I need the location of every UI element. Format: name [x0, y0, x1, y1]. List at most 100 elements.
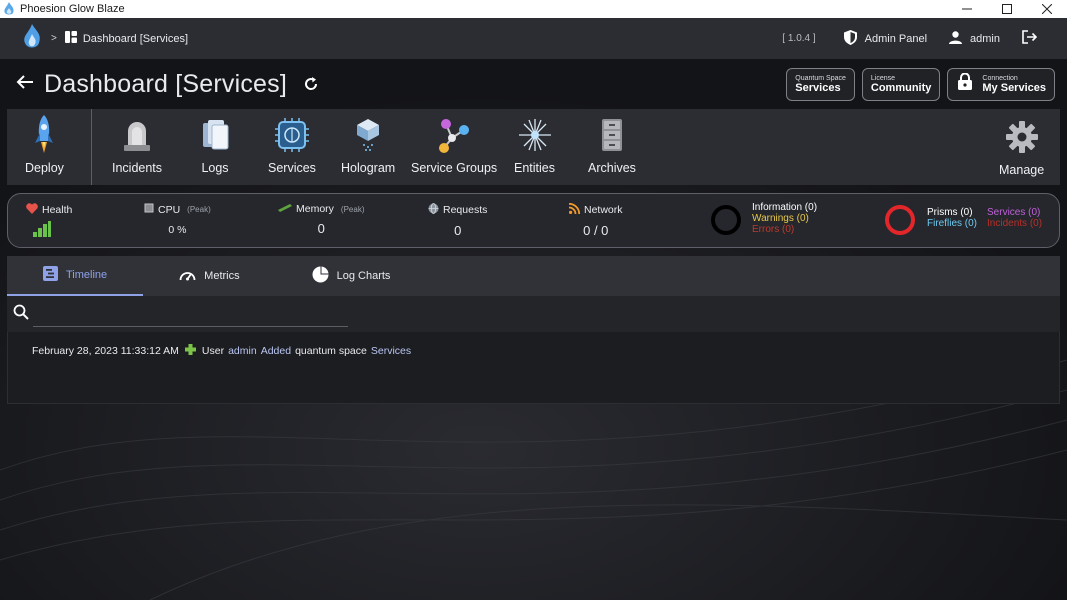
status-strip: Health CPU (Peak) 0 % Memory (Peak) 0 Re… — [7, 193, 1060, 248]
timeline-entry: February 28, 2023 11:33:12 AM User admin… — [32, 344, 1035, 358]
admin-panel-link[interactable]: Admin Panel — [843, 29, 928, 48]
cpu-label: CPU — [158, 203, 181, 216]
timeline-timestamp: February 28, 2023 11:33:12 AM — [32, 345, 179, 357]
tab-timeline[interactable]: Timeline — [7, 256, 144, 296]
cpu-chip-icon — [144, 203, 154, 216]
logs-ring-icon — [709, 203, 743, 240]
requests-stat: Requests 0 — [428, 203, 487, 238]
incidents-label: Incidents — [112, 161, 163, 175]
service-groups-label: Service Groups — [411, 161, 498, 175]
pie-chart-icon — [312, 266, 329, 286]
quantum-space-value: Services — [795, 81, 841, 94]
speedometer-icon — [179, 268, 196, 285]
requests-label: Requests — [443, 204, 488, 216]
refresh-icon[interactable] — [303, 76, 319, 92]
entities-button[interactable]: Entities — [514, 115, 555, 175]
connection-selector[interactable]: Connection My Services — [947, 67, 1055, 101]
tab-metrics-label: Metrics — [204, 270, 240, 282]
filing-cabinet-icon — [598, 115, 626, 155]
entity-counts[interactable]: Prisms (0) Fireflies (0) Services (0) In… — [927, 207, 1042, 229]
memory-value: 0 — [317, 221, 325, 236]
heart-icon — [26, 203, 38, 217]
incidents-count: Incidents (0) — [987, 218, 1043, 229]
timeline-panel: February 28, 2023 11:33:12 AM User admin… — [7, 332, 1060, 404]
app-flame-icon — [0, 2, 18, 16]
plus-icon — [184, 344, 196, 358]
timeline-icon — [43, 266, 58, 284]
chip-brain-icon — [274, 115, 309, 155]
gear-icon — [1005, 117, 1038, 157]
license-selector[interactable]: License Community — [861, 67, 941, 101]
services-button[interactable]: Services — [268, 115, 316, 175]
tab-metrics[interactable]: Metrics — [143, 256, 275, 296]
minimize-button[interactable] — [947, 0, 987, 18]
rocket-icon — [33, 115, 55, 155]
home-logo-icon[interactable] — [22, 24, 42, 53]
timeline-action: Added — [260, 345, 292, 357]
network-label: Network — [584, 204, 623, 216]
fireflies-count: Fireflies (0) — [927, 218, 978, 229]
lock-icon — [958, 72, 973, 95]
quantum-space-selector[interactable]: Quantum Space Services — [786, 67, 855, 101]
maximize-button[interactable] — [987, 0, 1027, 18]
tab-log-charts-label: Log Charts — [336, 270, 391, 282]
connection-caption: Connection — [982, 74, 1018, 82]
deploy-button[interactable]: Deploy — [25, 115, 64, 175]
hologram-label: Hologram — [341, 161, 396, 175]
information-count: Information (0) — [752, 202, 818, 213]
archives-button[interactable]: Archives — [588, 115, 636, 175]
log-counts[interactable]: Information (0) Warnings (0) Errors (0) — [752, 202, 817, 235]
connection-value: My Services — [982, 81, 1046, 94]
logout-button[interactable] — [1022, 30, 1038, 47]
window-title: Phoesion Glow Blaze — [20, 3, 125, 15]
prisms-count: Prisms (0) — [927, 207, 973, 218]
manage-label: Manage — [999, 163, 1045, 177]
license-caption: License — [870, 74, 896, 82]
errors-count: Errors (0) — [752, 224, 795, 235]
warnings-count: Warnings (0) — [752, 213, 809, 224]
search-input[interactable] — [33, 301, 348, 327]
tab-timeline-label: Timeline — [66, 269, 108, 281]
requests-value: 0 — [454, 223, 462, 238]
tab-log-charts[interactable]: Log Charts — [276, 256, 427, 296]
deploy-label: Deploy — [25, 161, 64, 175]
user-menu[interactable]: admin — [949, 30, 1000, 47]
logs-button[interactable]: Logs — [200, 115, 230, 175]
logs-label: Logs — [201, 161, 229, 175]
shield-icon — [843, 29, 857, 48]
health-bars-icon — [33, 221, 52, 240]
close-window-button[interactable] — [1027, 0, 1067, 18]
timeline-target-link[interactable]: Services — [371, 345, 411, 357]
breadcrumb[interactable]: Dashboard [Services] — [64, 31, 189, 46]
breadcrumb-separator: > — [51, 33, 57, 44]
entities-ring-icon — [883, 203, 917, 240]
service-groups-button[interactable]: Service Groups — [411, 115, 497, 175]
cpu-peak-label: (Peak) — [187, 205, 211, 214]
services-count: Services (0) — [987, 207, 1041, 218]
network-stat: Network 0 / 0 — [568, 202, 623, 238]
memory-label: Memory — [296, 203, 334, 215]
memory-stick-icon — [278, 203, 292, 215]
hologram-button[interactable]: Hologram — [341, 115, 395, 175]
admin-panel-label: Admin Panel — [864, 32, 928, 45]
memory-stat: Memory (Peak) 0 — [278, 203, 364, 236]
health-label: Health — [42, 204, 73, 216]
back-arrow-icon[interactable] — [16, 74, 34, 95]
timeline-user-link[interactable]: admin — [228, 345, 257, 357]
username-label: admin — [970, 32, 1000, 45]
quantum-space-caption: Quantum Space — [795, 74, 846, 82]
logout-icon — [1022, 30, 1038, 47]
documents-icon — [200, 115, 230, 155]
hologram-cube-icon — [353, 115, 383, 155]
page-title: Dashboard [Services] — [44, 69, 288, 98]
app-navbar: > Dashboard [Services] [ 1.0.4 ] Admin P… — [0, 18, 1067, 59]
memory-peak-label: (Peak) — [340, 204, 365, 214]
main-toolbar: Deploy Incidents Logs Services Hologram … — [7, 109, 1060, 185]
timeline-text: quantum space — [295, 345, 367, 357]
manage-button[interactable]: Manage — [999, 117, 1044, 177]
services-label: Services — [268, 161, 316, 175]
entities-label: Entities — [514, 161, 555, 175]
incidents-button[interactable]: Incidents — [112, 115, 162, 175]
breadcrumb-label: Dashboard [Services] — [82, 32, 189, 45]
alarm-beacon-icon — [122, 115, 152, 155]
